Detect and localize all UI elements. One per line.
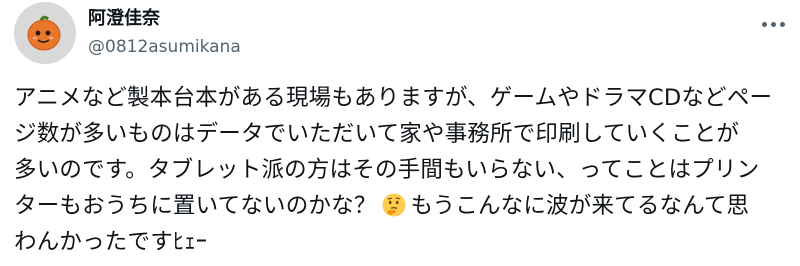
user-handle[interactable]: @0812asumikana <box>88 36 241 58</box>
tweet-line: わんかったですﾋｪｰ <box>14 229 208 255</box>
avatar-image <box>14 2 76 64</box>
tweet-card: 阿澄佳奈 @0812asumikana アニメなど製本台本がある現場もありますが… <box>0 0 800 266</box>
thinking-face-emoji <box>382 193 406 217</box>
more-options-button[interactable] <box>758 14 788 34</box>
tweet-line-segment: ターもおうちに置いてないのかな？ <box>14 193 377 219</box>
tweet-text: アニメなど製本台本がある現場もありますが、ゲームやドラマCDなどペー ジ数が多い… <box>14 80 794 260</box>
tweet-line: 多いのです。タブレット派の方はその手間もいらない、ってことはプリン <box>14 157 760 183</box>
more-dot <box>779 21 785 27</box>
tweet-line: ターもおうちに置いてないのかな？ もうこんなに波が来てるなんて思 <box>14 188 794 224</box>
avatar[interactable] <box>14 2 76 64</box>
tweet-line: ジ数が多いものはデータでいただいて家や事務所で印刷していくことが <box>14 121 740 147</box>
more-dot <box>770 21 776 27</box>
tweet-line-segment: もうこんなに波が来てるなんて思 <box>410 193 750 219</box>
more-horizontal-icon <box>761 21 767 27</box>
tweet-line: アニメなど製本台本がある現場もありますが、ゲームやドラマCDなどペー <box>14 85 773 111</box>
display-name[interactable]: 阿澄佳奈 <box>88 8 160 30</box>
